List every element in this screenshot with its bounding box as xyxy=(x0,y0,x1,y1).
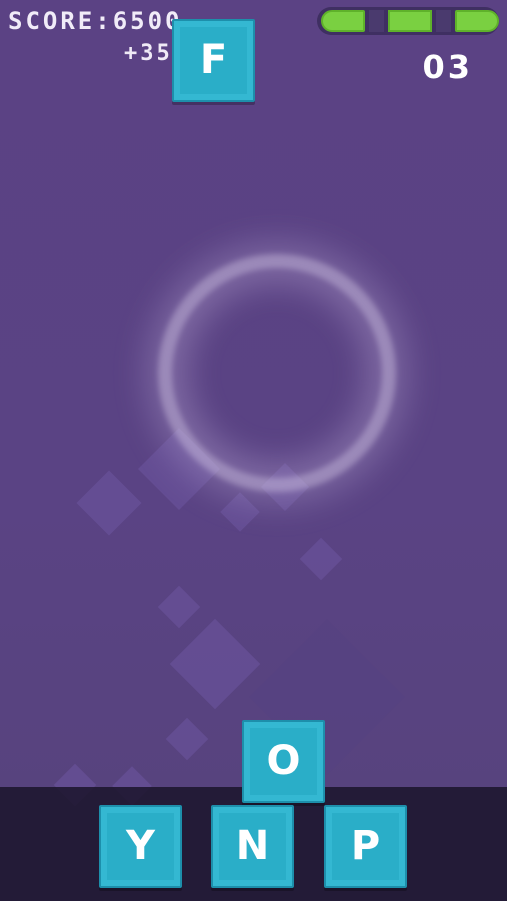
glow-ring xyxy=(172,268,382,478)
score-display: SCORE:6500 xyxy=(8,7,183,35)
health-bar xyxy=(317,7,500,35)
letter-choice-n[interactable]: N xyxy=(211,805,294,888)
bg-diamond xyxy=(157,585,201,629)
falling-letter-tile[interactable]: F xyxy=(172,19,255,102)
game-stage: SCORE:6500 +350 03 F O Y N P xyxy=(0,0,507,901)
stacked-letter-tile[interactable]: O xyxy=(242,720,325,803)
bg-diamond xyxy=(299,537,343,581)
health-segment xyxy=(321,10,366,32)
bg-diamond xyxy=(169,618,261,710)
health-divider xyxy=(436,10,451,32)
bg-diamond xyxy=(220,492,260,532)
bg-diamond xyxy=(76,470,142,536)
letter-choice-p[interactable]: P xyxy=(324,805,407,888)
level-counter: 03 xyxy=(422,48,473,86)
health-segment xyxy=(454,10,500,32)
health-segment xyxy=(387,10,433,32)
letter-choice-y[interactable]: Y xyxy=(99,805,182,888)
health-divider xyxy=(369,10,384,32)
bg-diamond xyxy=(165,717,209,761)
